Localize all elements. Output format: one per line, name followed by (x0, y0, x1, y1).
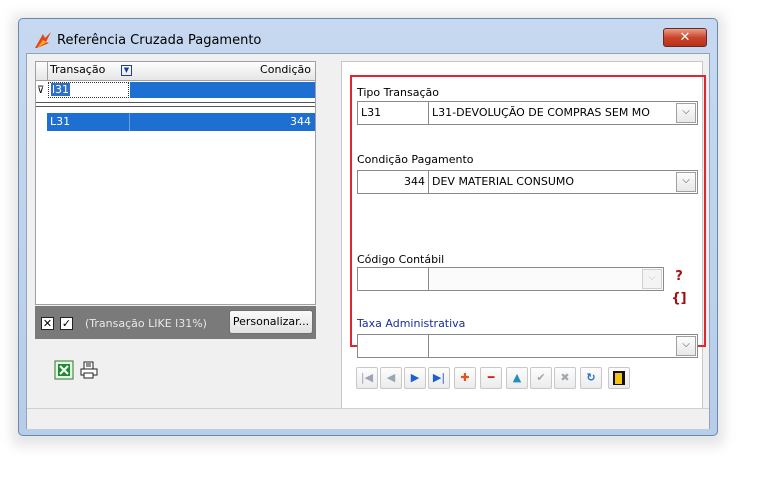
clear-filter-checkbox[interactable]: ✕ (41, 317, 54, 330)
help-lookup-icon[interactable]: ?{] (668, 266, 690, 306)
edit-record-icon[interactable]: ▲ (506, 367, 528, 389)
column-header-transacao[interactable]: Transação (50, 63, 105, 76)
tipo-transacao-code-field[interactable]: L31 (357, 101, 429, 125)
grid-filter-row: ⊽ l31 (36, 81, 315, 100)
detail-panel: Tipo Transação L31 L31-DEVOLUÇÃO DE COMP… (341, 61, 706, 421)
dialog-window: Referência Cruzada Pagamento ✕ Transação… (18, 18, 718, 436)
table-row[interactable]: L31 344 (47, 113, 315, 131)
add-record-icon[interactable]: ✚ (454, 367, 476, 389)
excel-export-icon[interactable] (54, 360, 74, 380)
grid-indicator-column (36, 62, 48, 80)
taxa-administrativa-code-field[interactable] (357, 334, 429, 358)
condicao-pagamento-description: DEV MATERIAL CONSUMO (432, 175, 575, 188)
filter-funnel-icon: ⊽ (37, 85, 45, 96)
results-grid[interactable]: Transação ▼ Condição ⊽ l31 L31 344 (35, 61, 316, 305)
chevron-down-icon[interactable]: ⌵ (676, 103, 696, 123)
refresh-icon[interactable]: ↻ (580, 367, 602, 389)
filter-bar: ✕ ✓ (Transação LIKE l31%) Personalizar..… (35, 306, 316, 339)
tipo-transacao-label: Tipo Transação (357, 86, 439, 99)
codigo-contabil-select[interactable] (428, 267, 664, 291)
column-header-condicao[interactable]: Condição (260, 63, 311, 76)
filter-expression: (Transação LIKE l31%) (85, 317, 207, 330)
tipo-transacao-description: L31-DEVOLUÇÃO DE COMPRAS SEM MO (432, 106, 650, 119)
grid-separator (36, 102, 315, 107)
tipo-transacao-select[interactable]: L31-DEVOLUÇÃO DE COMPRAS SEM MO (428, 101, 698, 125)
chevron-down-icon[interactable]: ⌵ (676, 336, 696, 356)
delete-record-icon[interactable]: ━ (480, 367, 502, 389)
condicao-pagamento-select[interactable]: DEV MATERIAL CONSUMO (428, 170, 698, 194)
filter-input-value: l31 (51, 83, 71, 96)
exit-door-icon[interactable] (608, 367, 630, 389)
cell-divider (129, 113, 130, 131)
cell-transacao: L31 (50, 115, 71, 128)
window-title: Referência Cruzada Pagamento (57, 33, 262, 48)
dialog-client-area: Transação ▼ Condição ⊽ l31 L31 344 ✕ ✓ (… (26, 53, 710, 429)
previous-record-icon[interactable]: ◀ (380, 367, 402, 389)
filter-input-transacao[interactable]: l31 (48, 82, 129, 98)
first-record-icon[interactable]: |◀ (356, 367, 378, 389)
cancel-edit-icon[interactable]: ✖ (554, 367, 576, 389)
sort-dropdown-icon[interactable]: ▼ (121, 65, 132, 76)
chevron-down-icon[interactable]: ⌵ (676, 172, 696, 192)
condicao-pagamento-label: Condição Pagamento (357, 153, 474, 166)
customize-button[interactable]: Personalizar... (229, 310, 313, 334)
app-logo-icon (35, 32, 51, 48)
chevron-down-icon[interactable]: ⌵ (642, 269, 662, 289)
condicao-pagamento-code-field[interactable]: 344 (357, 170, 429, 194)
filter-input-condicao[interactable] (130, 82, 315, 98)
close-button[interactable]: ✕ (663, 28, 707, 47)
print-icon[interactable] (79, 360, 99, 380)
cell-condicao: 344 (290, 115, 311, 128)
codigo-contabil-code-field[interactable] (357, 267, 429, 291)
taxa-administrativa-select[interactable] (428, 334, 698, 358)
door-shape (613, 371, 625, 385)
status-bar (27, 408, 709, 429)
codigo-contabil-label: Código Contábil (357, 253, 445, 266)
next-record-icon[interactable]: ▶ (404, 367, 426, 389)
post-record-icon[interactable]: ✔ (530, 367, 552, 389)
enable-filter-checkbox[interactable]: ✓ (60, 317, 73, 330)
taxa-administrativa-label: Taxa Administrativa (357, 317, 466, 330)
grid-header: Transação ▼ Condição (36, 62, 315, 81)
record-navigator: |◀ ◀ ▶ ▶| ✚ ━ ▲ ✔ ✖ ↻ (352, 363, 692, 393)
last-record-icon[interactable]: ▶| (428, 367, 450, 389)
